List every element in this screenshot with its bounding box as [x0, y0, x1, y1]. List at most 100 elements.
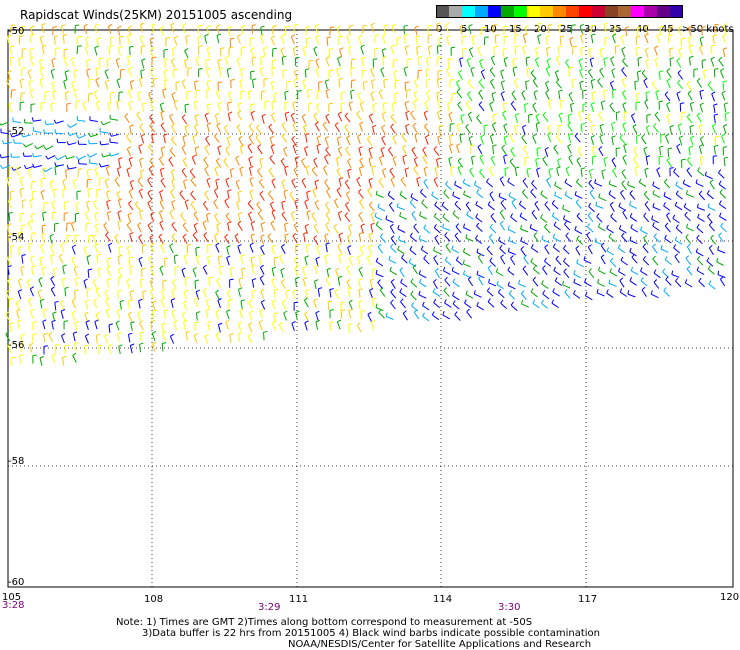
wind-barb-feather — [644, 167, 649, 171]
wind-barb-feather — [171, 233, 176, 237]
wind-barb-feather — [580, 46, 585, 49]
wind-barb-feather — [390, 113, 395, 118]
wind-barb — [563, 218, 571, 224]
wind-barb-feather — [674, 236, 678, 241]
wind-barb-feather — [413, 223, 417, 228]
wind-barb — [599, 125, 603, 134]
wind-barb-feather — [633, 146, 638, 150]
wind-barb-feather — [139, 35, 144, 39]
wind-barb — [703, 71, 706, 79]
wind-barb-feather — [653, 122, 657, 127]
wind-barb — [685, 258, 692, 266]
wind-barb-feather — [30, 34, 35, 36]
wind-barb-feather — [717, 270, 720, 275]
wind-barb-feather — [198, 45, 203, 47]
wind-barb — [619, 291, 628, 297]
wind-barb — [633, 149, 638, 157]
wind-barb — [214, 114, 218, 123]
wind-barb-feather — [422, 154, 427, 158]
wind-barb-feather — [436, 157, 441, 161]
wind-barb-feather — [184, 58, 189, 61]
wind-barb-feather — [160, 177, 165, 182]
wind-barb — [415, 36, 418, 45]
wind-barb-feather — [532, 77, 537, 82]
wind-barb-feather — [460, 114, 465, 117]
wind-barb-feather — [563, 215, 566, 220]
wind-barb-feather — [573, 289, 576, 295]
wind-barb — [400, 301, 406, 309]
wind-barb — [644, 101, 649, 110]
wind-barb — [60, 244, 65, 253]
wind-barb-feather — [241, 267, 246, 270]
wind-barb-feather — [261, 221, 266, 225]
wind-barb-feather — [215, 178, 220, 181]
wind-barb-feather — [646, 114, 651, 116]
wind-barb — [635, 167, 637, 176]
wind-barb-feather — [238, 321, 243, 325]
wind-barb — [507, 229, 516, 234]
wind-barb — [170, 25, 175, 33]
wind-barb — [158, 158, 165, 167]
wind-barb — [572, 46, 574, 55]
wind-barb-feather — [400, 298, 404, 303]
wind-barb — [489, 103, 494, 112]
wind-barb-feather — [291, 135, 296, 140]
wind-barb — [326, 37, 329, 46]
wind-barb-feather — [227, 221, 232, 224]
wind-barb — [629, 204, 637, 209]
wind-barb — [596, 216, 603, 223]
wind-barb-feather — [445, 22, 450, 26]
wind-barb-feather — [137, 222, 142, 226]
wind-barb-feather — [441, 201, 445, 206]
wind-barb — [578, 112, 582, 121]
wind-barb — [459, 135, 462, 144]
wind-barb-feather — [393, 70, 398, 73]
wind-barb-feather — [228, 26, 233, 29]
wind-barb — [454, 184, 462, 189]
wind-barb — [238, 213, 241, 222]
wind-barb — [621, 92, 627, 101]
wind-barb — [259, 159, 263, 168]
wind-barb — [184, 50, 189, 59]
wind-barb-feather — [174, 254, 179, 257]
wind-barb-feather — [272, 299, 277, 303]
wind-barb-feather — [663, 202, 666, 207]
wind-barb — [564, 292, 571, 299]
wind-barb-feather — [205, 58, 210, 61]
wind-barb-feather — [305, 68, 310, 71]
wind-barb — [410, 113, 416, 121]
wind-barb-feather — [621, 180, 625, 184]
wind-barb-feather — [8, 211, 13, 214]
time-label-0329: 3:29 — [258, 602, 281, 613]
wind-barb-feather — [444, 276, 448, 281]
wind-barb-feather — [63, 79, 68, 82]
wind-barb-feather — [235, 179, 240, 183]
wind-barb-feather — [385, 215, 388, 220]
wind-barb — [237, 223, 243, 231]
wind-barb-feather — [194, 100, 199, 103]
wind-barb — [50, 255, 53, 264]
wind-barb-feather — [493, 45, 499, 48]
wind-barb-feather — [83, 278, 88, 282]
wind-barb-feather — [463, 270, 466, 275]
wind-barb — [163, 135, 166, 144]
wind-barb — [194, 115, 198, 124]
wind-barb-feather — [445, 180, 449, 185]
wind-barb — [499, 178, 505, 187]
wind-barb-feather — [295, 156, 300, 159]
wind-barb — [463, 273, 472, 279]
wind-barb — [456, 145, 460, 154]
wind-barb-feather — [148, 143, 152, 148]
wind-barb-feather — [248, 122, 253, 127]
wind-barb-feather — [699, 44, 704, 49]
wind-barb — [371, 167, 374, 176]
wind-barb-feather — [368, 244, 373, 248]
wind-barb — [260, 290, 265, 299]
wind-barb — [719, 278, 726, 287]
wind-barb — [260, 301, 266, 310]
wind-barb — [580, 48, 583, 57]
wind-barb-feather — [575, 199, 580, 203]
wind-barb-feather — [235, 155, 240, 159]
wind-barb — [280, 36, 285, 45]
wind-barb-feather — [189, 168, 194, 172]
